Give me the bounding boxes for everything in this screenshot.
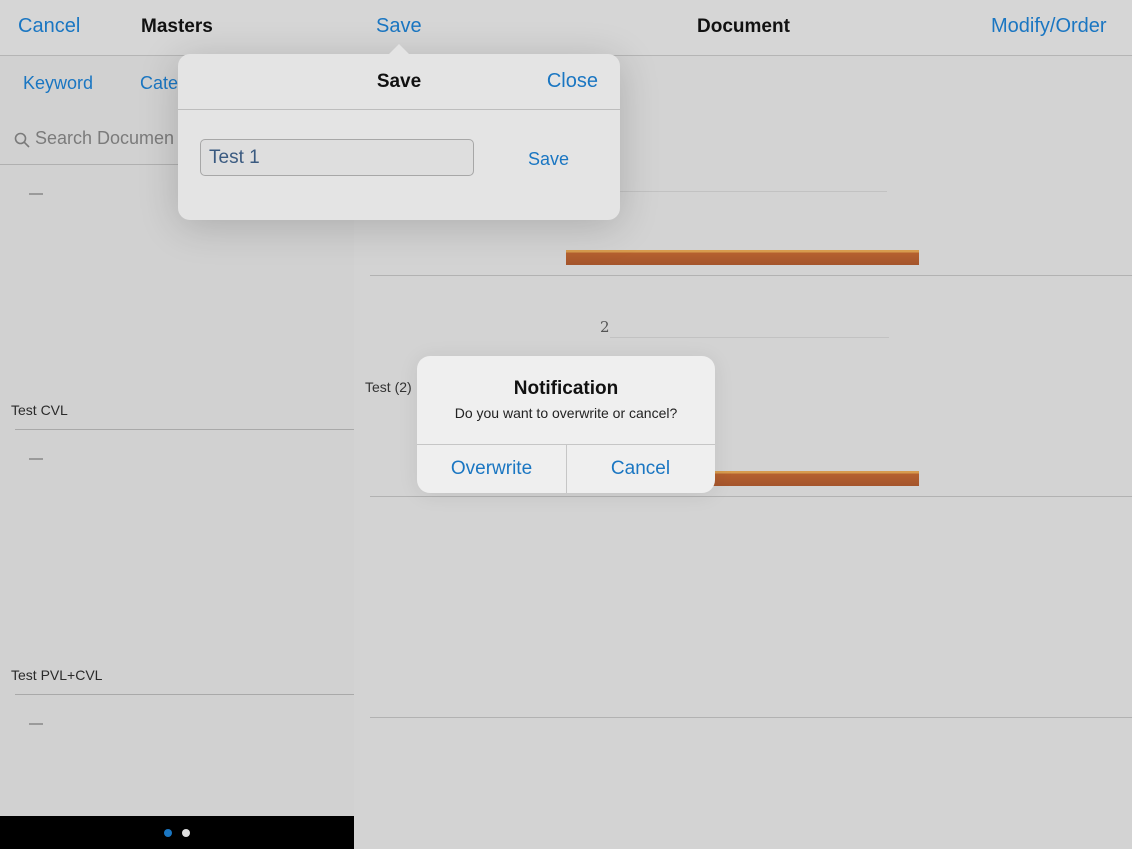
document-thumbnail[interactable] xyxy=(29,458,43,460)
close-button[interactable]: Close xyxy=(547,70,598,93)
notification-alert: Notification Do you want to overwrite or… xyxy=(417,356,715,493)
divider xyxy=(370,275,1132,276)
divider xyxy=(15,429,354,430)
save-name-field[interactable] xyxy=(200,139,474,176)
alert-title: Notification xyxy=(513,378,619,399)
value-label: 2 xyxy=(600,318,610,336)
divider xyxy=(15,694,354,695)
overwrite-button[interactable]: Overwrite xyxy=(417,445,566,493)
page-indicator xyxy=(0,816,354,849)
search-bar xyxy=(0,116,190,165)
tab-category[interactable]: Cate xyxy=(140,73,178,94)
document-bar xyxy=(566,250,919,265)
document-thumbnail[interactable] xyxy=(29,723,43,725)
save-popover: Save Close Save xyxy=(178,44,620,220)
divider xyxy=(370,717,1132,718)
search-input[interactable] xyxy=(35,128,185,149)
tab-keyword[interactable]: Keyword xyxy=(23,73,93,94)
page-dot[interactable] xyxy=(182,829,190,837)
row-label: Test (2) xyxy=(365,379,412,395)
divider xyxy=(370,496,1132,497)
document-title: Document xyxy=(697,16,790,37)
save-nav-button[interactable]: Save xyxy=(376,15,422,38)
list-item-label[interactable]: Test PVL+CVL xyxy=(11,667,102,683)
alert-cancel-button[interactable]: Cancel xyxy=(566,445,715,493)
document-thumbnail[interactable] xyxy=(29,193,43,195)
popover-arrow xyxy=(389,44,409,54)
popover-save-button[interactable]: Save xyxy=(528,149,569,170)
search-icon xyxy=(14,132,30,148)
modify-order-button[interactable]: Modify/Order xyxy=(991,15,1107,38)
masters-title: Masters xyxy=(141,16,213,37)
divider xyxy=(610,337,889,338)
navigation-bar: Cancel Masters Save Document Modify/Orde… xyxy=(0,0,1132,56)
cancel-button[interactable]: Cancel xyxy=(18,15,80,38)
alert-message: Do you want to overwrite or cancel? xyxy=(454,405,678,421)
popover-header: Save Close xyxy=(178,54,620,110)
list-item-label[interactable]: Test CVL xyxy=(11,402,68,418)
page-dot-active[interactable] xyxy=(164,829,172,837)
